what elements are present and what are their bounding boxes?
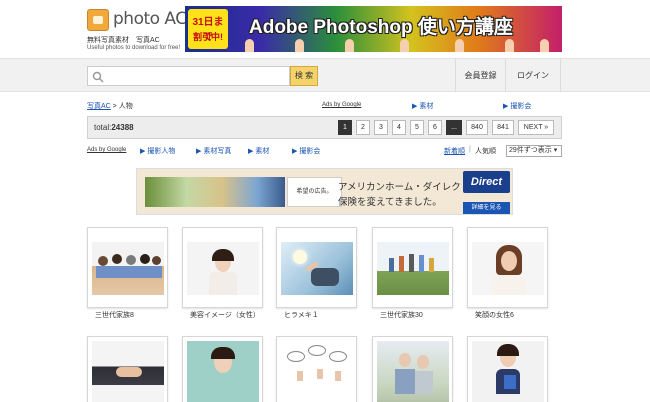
site-header: photo AC 無料写真素材 写真AC Useful photos to do… (0, 0, 650, 58)
photo-thumbnail-speech-bubbles (281, 341, 353, 402)
photo-caption[interactable]: 三世代家族30 (380, 310, 423, 320)
per-page-select[interactable]: 29件ずつ表示 ▾ (506, 145, 562, 157)
banner-hand-icon (400, 39, 409, 52)
ad-link-satsuei-jinbutsu[interactable]: ▶ 撮影人物 (140, 146, 175, 156)
ad-detail-button[interactable]: 詳細を見る (463, 202, 510, 214)
sort-newest-link[interactable]: 新着順 (444, 146, 465, 156)
page-button-2[interactable]: 2 (356, 120, 370, 135)
page-button-840[interactable]: 840 (466, 120, 488, 135)
logo-tagline-jp: 無料写真素材 写真AC (87, 37, 160, 44)
page-button-841[interactable]: 841 (492, 120, 514, 135)
photo-card[interactable] (372, 227, 453, 308)
banner-discount-badge: 31日まで 割引中! (188, 9, 228, 49)
photo-card[interactable] (182, 227, 263, 308)
photo-caption[interactable]: ヒラメキ１ (284, 310, 319, 320)
search-input[interactable] (106, 68, 286, 84)
banner-hand-icon (540, 39, 549, 52)
photo-thumbnail-smiling-woman (472, 242, 544, 295)
ad-link-sozai[interactable]: ▶ 素材 (412, 101, 433, 111)
logo-tagline-en: Useful photos to download for free! (87, 45, 181, 51)
banner-hand-icon (295, 39, 304, 52)
banner-badge-bottom-text: 割引中! (193, 32, 223, 42)
next-page-button[interactable]: NEXT » (518, 120, 554, 135)
banner-hand-icon (345, 39, 354, 52)
photo-caption[interactable]: 美容イメージ（女性） (190, 310, 260, 320)
photo-card[interactable] (372, 336, 453, 402)
ad-photo-image (145, 177, 285, 207)
ad-link-sozai-shashin[interactable]: ▶ 素材写真 (196, 146, 231, 156)
breadcrumb: 写真AC > 人物 (87, 101, 133, 111)
photo-thumbnail-idea (281, 242, 353, 295)
ad-link-satsueikai[interactable]: ▶ 撮影会 (503, 101, 531, 111)
register-button[interactable]: 会員登録 (455, 59, 505, 92)
photo-card[interactable] (87, 227, 168, 308)
ad-headline-line1: アメリカンホーム・ダイレクトは (338, 182, 480, 193)
total-count: total:24388 (94, 123, 134, 132)
ads-by-google-label[interactable]: Ads by Google (322, 102, 361, 108)
total-value: 24388 (111, 123, 134, 132)
ad-link-sozai-2[interactable]: ▶ 素材 (248, 146, 269, 156)
ad-direct-logo: Direct (463, 171, 510, 193)
photo-card[interactable] (182, 336, 263, 402)
photo-thumbnail-beauty (187, 242, 259, 295)
photo-caption[interactable]: 笑顔の女性6 (475, 310, 514, 320)
header-banner-ad[interactable]: 31日まで 割引中! Adobe Photoshop 使い方講座 (185, 6, 562, 52)
photo-thumbnail-senior-couple (377, 341, 449, 402)
photo-thumbnail-handshake (92, 341, 164, 402)
pagination-bar: total:24388 1 2 3 4 5 6 ... 840 841 NEXT… (87, 116, 562, 139)
display-ad[interactable]: 希望の広告。 アメリカンホーム・ダイレクトは 保険を変えてきました。 Direc… (136, 168, 513, 215)
photo-thumbnail-woman-teal (187, 341, 259, 402)
login-button[interactable]: ログイン (505, 59, 561, 92)
photo-thumbnail-family (92, 242, 164, 295)
search-bar: 検 索 会員登録 ログイン (0, 58, 650, 92)
page-button-1[interactable]: 1 (338, 120, 352, 135)
photo-card[interactable] (276, 227, 357, 308)
photo-caption[interactable]: 三世代家族8 (95, 310, 134, 320)
ads-by-google-label-2[interactable]: Ads by Google (87, 147, 126, 153)
page-ellipsis: ... (446, 120, 462, 135)
banner-hand-icon (455, 39, 464, 52)
banner-hand-icon (245, 39, 254, 52)
site-logo-text[interactable]: photo AC (113, 9, 187, 29)
photo-card[interactable] (87, 336, 168, 402)
breadcrumb-home-link[interactable]: 写真AC (87, 103, 111, 110)
photo-ac-logo-icon[interactable] (87, 9, 109, 31)
search-button[interactable]: 検 索 (290, 66, 318, 86)
ad-headline-line2: 保険を変えてきました。 (338, 197, 442, 208)
page-button-3[interactable]: 3 (374, 120, 388, 135)
breadcrumb-separator: > (110, 103, 119, 110)
search-box (87, 66, 290, 86)
search-icon (92, 71, 104, 83)
sort-popular-label[interactable]: 人気順 (475, 146, 496, 156)
page-button-4[interactable]: 4 (392, 120, 406, 135)
breadcrumb-current: 人物 (118, 103, 133, 110)
photo-thumbnail-business-woman (472, 341, 544, 402)
ad-small-text: 希望の広告。 (287, 177, 342, 207)
photo-thumbnail-family-field (377, 242, 449, 295)
banner-hand-icon (505, 39, 514, 52)
photo-card[interactable] (467, 227, 548, 308)
photo-card[interactable] (467, 336, 548, 402)
page-button-6[interactable]: 6 (428, 120, 442, 135)
sort-separator: | (469, 146, 471, 153)
page-button-5[interactable]: 5 (410, 120, 424, 135)
banner-title: Adobe Photoshop 使い方講座 (249, 17, 513, 38)
total-label: total: (94, 123, 112, 132)
photo-card[interactable] (276, 336, 357, 402)
ad-link-satsueikai-2[interactable]: ▶ 撮影会 (292, 146, 320, 156)
